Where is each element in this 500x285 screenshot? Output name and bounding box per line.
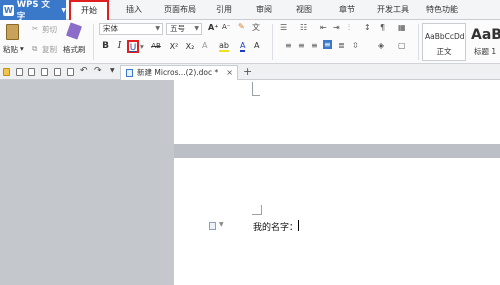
- sort-icon[interactable]: ↕: [364, 23, 371, 32]
- paste-button[interactable]: 粘贴: [3, 44, 18, 55]
- shrink-font-button[interactable]: A⁻: [222, 23, 230, 31]
- page-previous: [174, 80, 500, 144]
- font-size-select[interactable]: 五号 ▼: [166, 23, 202, 35]
- undo-icon[interactable]: ↶: [80, 66, 88, 76]
- align-left-icon[interactable]: ≡: [285, 41, 292, 50]
- app-title: WPS 文字: [16, 0, 50, 22]
- subscript-button[interactable]: X₂: [183, 40, 197, 53]
- document-text: 我的名字：: [253, 223, 299, 233]
- wps-logo-icon: W: [3, 4, 14, 16]
- tab-start[interactable]: 开始: [69, 0, 109, 20]
- chevron-down-icon[interactable]: ▾: [20, 44, 24, 53]
- superscript-button[interactable]: X²: [167, 40, 181, 53]
- line-spacing-icon[interactable]: ⇳: [352, 41, 359, 50]
- text-effect-icon[interactable]: A: [202, 41, 207, 50]
- app-menu-button[interactable]: W WPS 文字 ▼: [0, 0, 66, 22]
- copy-button[interactable]: 复制: [42, 44, 57, 55]
- chevron-down-icon: ▼: [194, 25, 199, 32]
- font-size-value: 五号: [170, 24, 185, 33]
- align-center-icon[interactable]: ≡: [298, 41, 305, 50]
- table-icon[interactable]: ▦: [398, 23, 406, 32]
- divider: [418, 24, 419, 60]
- paragraph-layout-icon[interactable]: [209, 222, 216, 230]
- justify-icon[interactable]: ≡: [323, 40, 332, 49]
- underline-button[interactable]: U: [127, 40, 139, 53]
- tab-review[interactable]: 审阅: [250, 0, 278, 20]
- redo-icon[interactable]: ↷: [94, 66, 102, 76]
- italic-button[interactable]: I: [114, 40, 125, 53]
- chevron-down-icon: ▼: [155, 25, 160, 32]
- chinese-layout-icon[interactable]: ⫶: [348, 23, 350, 33]
- font-color-icon[interactable]: A: [240, 41, 246, 52]
- export-pdf-icon[interactable]: [28, 68, 35, 76]
- phonetic-guide-icon[interactable]: 文: [252, 22, 260, 33]
- char-border-icon[interactable]: A: [254, 41, 259, 50]
- style-heading-1[interactable]: AaB 标题 1: [468, 23, 500, 61]
- open-folder-icon[interactable]: [3, 68, 10, 76]
- chevron-down-icon[interactable]: ▼: [219, 221, 224, 228]
- document-tab-label: 新建 Micros...(2).doc *: [137, 68, 219, 77]
- cut-button[interactable]: 剪切: [42, 24, 57, 35]
- format-painter-icon[interactable]: [65, 22, 83, 40]
- border-icon[interactable]: ▢: [398, 41, 406, 50]
- page-corner-mark: [252, 205, 262, 215]
- close-icon[interactable]: ×: [226, 66, 233, 80]
- increase-indent-icon[interactable]: ⇥: [333, 23, 340, 32]
- divider: [93, 24, 94, 60]
- font-name-value: 宋体: [103, 24, 118, 33]
- style-name: 标题 1: [474, 47, 497, 56]
- page-corner-mark: [252, 82, 260, 96]
- quick-access-toolbar: ↶ ↷ ▼ 新建 Micros...(2).doc * × +: [0, 64, 500, 80]
- divider: [272, 24, 273, 60]
- left-margin-area: [0, 80, 174, 285]
- spell-check-icon[interactable]: [67, 68, 74, 76]
- tab-page-layout[interactable]: 页面布局: [158, 0, 202, 20]
- highlight-icon[interactable]: ab: [219, 41, 229, 52]
- text-cursor: [298, 220, 299, 231]
- bullet-list-icon[interactable]: ☰: [280, 23, 287, 32]
- style-preview: AaB: [471, 27, 500, 43]
- shading-icon[interactable]: ◈: [378, 41, 384, 50]
- chevron-down-icon[interactable]: ▼: [110, 67, 115, 74]
- tab-chapter[interactable]: 章节: [333, 0, 361, 20]
- style-preview: AaBbCcDd: [425, 32, 465, 41]
- grow-font-button[interactable]: A⁺: [208, 23, 218, 32]
- show-marks-icon[interactable]: ¶: [380, 23, 385, 32]
- tab-features[interactable]: 特色功能: [420, 0, 464, 20]
- distributed-icon[interactable]: ≣: [338, 41, 345, 50]
- clear-format-icon[interactable]: ✎: [238, 22, 245, 31]
- bold-button[interactable]: B: [100, 40, 111, 53]
- tab-references[interactable]: 引用: [210, 0, 238, 20]
- style-normal[interactable]: AaBbCcDd 正文: [422, 23, 466, 61]
- document-tab[interactable]: 新建 Micros...(2).doc * ×: [120, 65, 238, 80]
- tab-developer[interactable]: 开发工具: [371, 0, 415, 20]
- tab-view[interactable]: 视图: [290, 0, 318, 20]
- style-name: 正文: [436, 47, 452, 56]
- ribbon: 粘贴 ▾ ✂ 剪切 ⧉ 复制 格式刷 宋体 ▼ 五号 ▼ A⁺ A⁻ ✎ 文 B…: [0, 20, 500, 64]
- print-preview-icon[interactable]: [54, 68, 61, 76]
- chevron-down-icon[interactable]: ▾: [140, 42, 144, 51]
- paste-icon[interactable]: [6, 24, 19, 40]
- decrease-indent-icon[interactable]: ⇤: [320, 23, 327, 32]
- scissors-icon[interactable]: ✂: [32, 24, 38, 33]
- menu-bar: W WPS 文字 ▼ 开始 插入 页面布局 引用 审阅 视图 章节 开发工具 特…: [0, 0, 500, 22]
- save-icon[interactable]: [16, 68, 23, 76]
- print-icon[interactable]: [41, 68, 48, 76]
- tab-insert[interactable]: 插入: [120, 0, 148, 20]
- chevron-down-icon: ▼: [61, 6, 66, 14]
- document-icon: [126, 69, 133, 77]
- strikethrough-button[interactable]: AB: [148, 40, 164, 53]
- format-painter-button[interactable]: 格式刷: [63, 44, 86, 55]
- new-tab-button[interactable]: +: [243, 64, 252, 79]
- copy-icon[interactable]: ⧉: [32, 44, 37, 54]
- font-name-select[interactable]: 宋体 ▼: [99, 23, 163, 35]
- numbered-list-icon[interactable]: ☷: [300, 23, 307, 32]
- align-right-icon[interactable]: ≡: [311, 41, 318, 50]
